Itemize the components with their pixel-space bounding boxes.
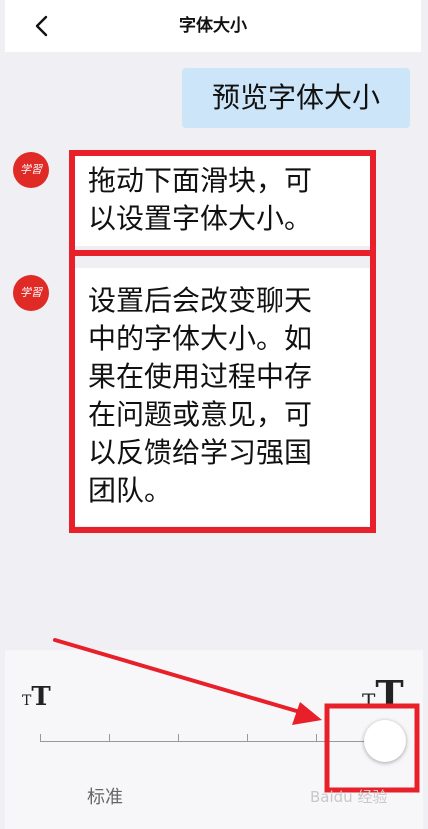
slider-tick: [109, 734, 110, 742]
top-bar: 字体大小: [5, 0, 421, 52]
preview-bubble: 预览字体大小: [182, 68, 410, 128]
slider-track[interactable]: [40, 741, 385, 742]
preview-text: 预览字体大小: [211, 81, 380, 114]
font-size-small-icon: TT: [22, 682, 51, 712]
annotation-box: [69, 150, 376, 533]
annotation-divider: [69, 250, 376, 256]
watermark: Baidu 经验: [310, 788, 388, 806]
slider-tick: [247, 734, 248, 742]
slider-tick: [316, 734, 317, 742]
slider-tick: [178, 734, 179, 742]
avatar: 学習: [13, 275, 49, 311]
font-size-large-icon: TT: [362, 672, 404, 717]
slider-knob[interactable]: [364, 720, 406, 762]
slider-tick: [40, 734, 41, 742]
page-title: 字体大小: [179, 16, 247, 36]
avatar: 学習: [13, 152, 49, 188]
standard-label: 标准: [87, 787, 123, 808]
